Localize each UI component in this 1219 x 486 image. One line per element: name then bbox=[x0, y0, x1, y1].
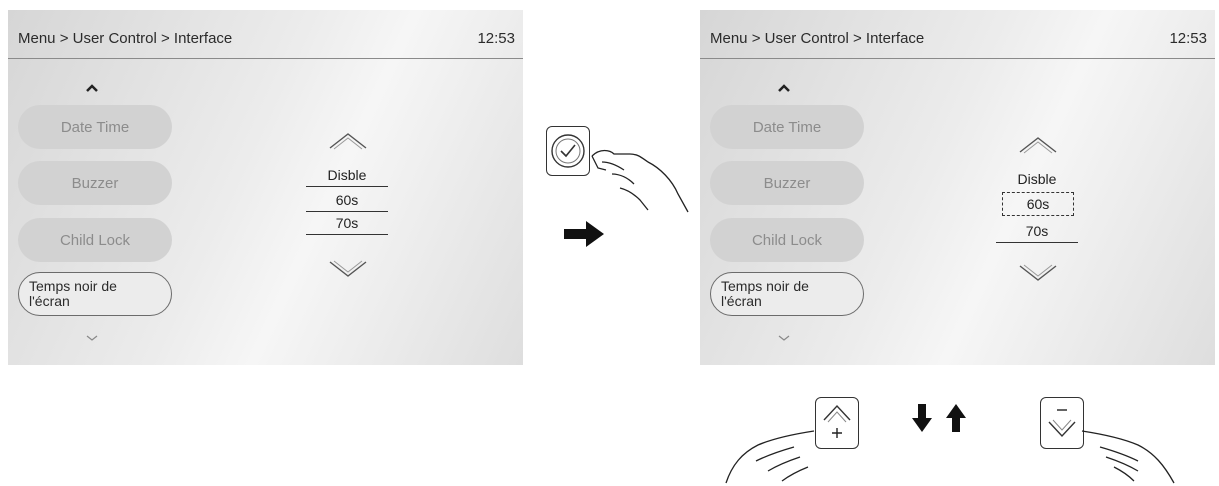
menu-scroll-up-icon[interactable] bbox=[84, 82, 100, 94]
menu-item-screen-timeout[interactable]: Temps noir de l'écran bbox=[710, 272, 864, 316]
menu-scroll-down-icon[interactable] bbox=[776, 332, 792, 344]
pointing-hand-icon bbox=[591, 149, 689, 213]
confirm-button[interactable] bbox=[546, 126, 590, 176]
option-70s[interactable]: 70s bbox=[306, 212, 388, 235]
option-disable[interactable]: Disble bbox=[996, 168, 1078, 190]
breadcrumb: Menu > User Control > Interface bbox=[18, 30, 233, 47]
picker-down-icon[interactable] bbox=[326, 258, 370, 280]
clock: 12:53 bbox=[477, 30, 515, 47]
menu-scroll-up-icon[interactable] bbox=[776, 82, 792, 94]
clock: 12:53 bbox=[1169, 30, 1207, 47]
option-70s[interactable]: 70s bbox=[996, 220, 1078, 243]
screen-before: Menu > User Control > Interface 12:53 Da… bbox=[8, 10, 523, 365]
menu-item-date-time[interactable]: Date Time bbox=[18, 105, 172, 149]
option-disable[interactable]: Disble bbox=[306, 164, 388, 187]
menu-item-date-time[interactable]: Date Time bbox=[710, 105, 864, 149]
down-minus-button[interactable] bbox=[1040, 397, 1084, 449]
breadcrumb: Menu > User Control > Interface bbox=[710, 30, 925, 47]
menu-item-buzzer[interactable]: Buzzer bbox=[710, 161, 864, 205]
menu-item-buzzer[interactable]: Buzzer bbox=[18, 161, 172, 205]
menu-item-screen-timeout[interactable]: Temps noir de l'écran bbox=[18, 272, 172, 316]
left-hand-icon bbox=[725, 430, 815, 484]
menu-scroll-down-icon[interactable] bbox=[84, 332, 100, 344]
up-plus-button[interactable] bbox=[815, 397, 859, 449]
screen-header: Menu > User Control > Interface 12:53 bbox=[700, 10, 1215, 59]
option-60s[interactable]: 60s bbox=[306, 189, 388, 212]
screen-after: Menu > User Control > Interface 12:53 Da… bbox=[700, 10, 1215, 365]
down-up-arrows-icon bbox=[912, 404, 966, 432]
down-minus-icon bbox=[1048, 409, 1076, 438]
option-60s-selected[interactable]: 60s bbox=[1002, 192, 1074, 216]
picker-down-icon[interactable] bbox=[1016, 262, 1060, 284]
up-plus-icon bbox=[823, 404, 851, 438]
arrow-right-icon bbox=[564, 221, 604, 247]
check-circle-icon bbox=[551, 134, 585, 168]
menu-item-child-lock[interactable]: Child Lock bbox=[710, 218, 864, 262]
picker-up-icon[interactable] bbox=[1016, 134, 1060, 156]
picker-up-icon[interactable] bbox=[326, 130, 370, 152]
screen-header: Menu > User Control > Interface 12:53 bbox=[8, 10, 523, 59]
right-hand-icon bbox=[1081, 430, 1175, 484]
menu-item-child-lock[interactable]: Child Lock bbox=[18, 218, 172, 262]
